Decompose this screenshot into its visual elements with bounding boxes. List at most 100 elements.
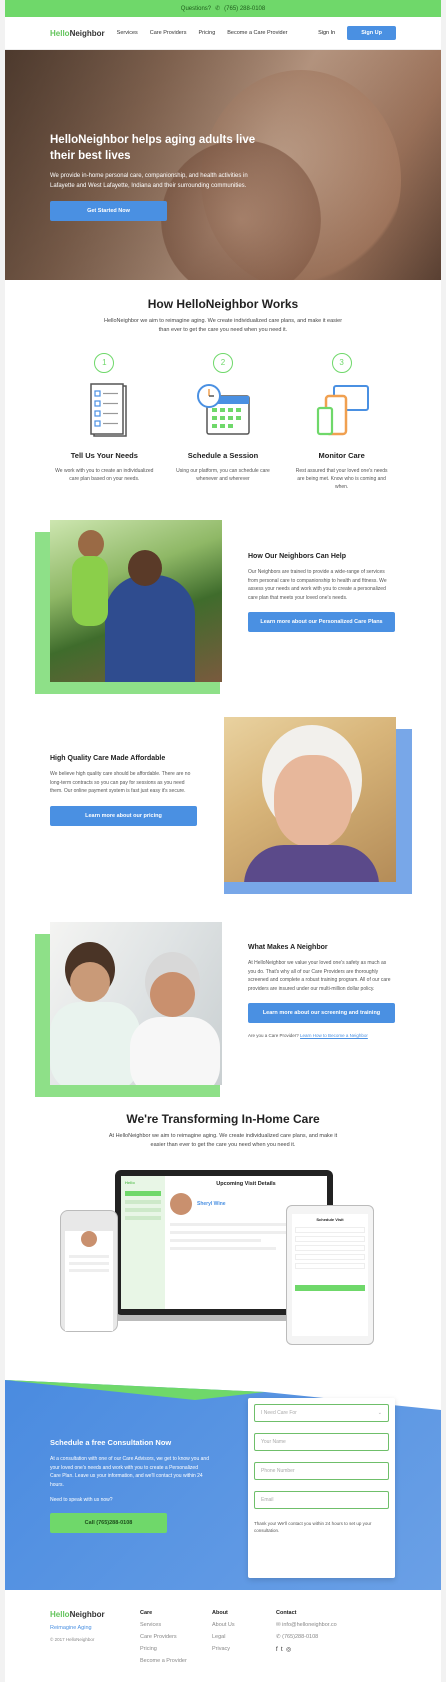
consult-text: Schedule a free Consultation Now At a co… <box>50 1438 210 1533</box>
step-title: Tell Us Your Needs <box>70 450 138 460</box>
twitter-icon[interactable]: t <box>281 1647 283 1653</box>
hero-content: HelloNeighbor helps aging adults live th… <box>50 133 260 222</box>
footer-link-care-providers[interactable]: Care Providers <box>140 1634 212 1640</box>
checklist-icon <box>90 382 128 437</box>
step-desc: Using our platform, you can schedule car… <box>176 467 270 482</box>
nav-link-services[interactable]: Services <box>117 30 138 36</box>
transform-section: We're Transforming In-Home Care At Hello… <box>5 1112 441 1345</box>
tablet-header: Schedule Visit <box>316 1217 344 1222</box>
nav-link-care-providers[interactable]: Care Providers <box>150 30 187 36</box>
social-icons: f t ◎ <box>276 1646 366 1653</box>
footer-link-pricing[interactable]: Pricing <box>140 1646 212 1652</box>
laptop-header: Upcoming Visit Details <box>216 1181 276 1187</box>
phone-icon: ✆ <box>215 6 221 12</box>
feature-title: High Quality Care Made Affordable <box>50 755 166 762</box>
devices-mockup: Hello Upcoming Visit Details Sheryl Wine <box>60 1170 390 1360</box>
laptop-logo: Hello <box>125 1180 135 1185</box>
get-started-button[interactable]: Get Started Now <box>50 201 167 222</box>
provider-prompt: Are you a Care Provider? Learn How to Be… <box>248 1033 395 1038</box>
footer-tagline: Reimagine Aging <box>50 1625 92 1631</box>
steps: 1 Tell Us Your Needs We work with you to… <box>5 352 441 491</box>
facebook-icon[interactable]: f <box>276 1647 278 1653</box>
signup-button[interactable]: Sign Up <box>347 26 396 40</box>
footer-email-text: info@helloneighbor.co <box>282 1622 337 1628</box>
hero-subtitle: We provide in-home personal care, compan… <box>50 173 248 189</box>
logo[interactable]: HelloNeighbor <box>50 29 105 38</box>
step-3: 3 Monitor Care Rest assured that your lo… <box>292 352 392 491</box>
questions-label: Questions? <box>180 5 212 12</box>
footer-brand: HelloNeighbor Reimagine Aging © 2017 Hel… <box>50 1610 140 1670</box>
care-plans-button[interactable]: Learn more about our Personalized Care P… <box>248 612 395 632</box>
signin-link[interactable]: Sign In <box>318 30 335 36</box>
footer-phone-text: (765)288-0108 <box>282 1634 319 1640</box>
consult-question: Need to speak with us now? <box>50 1497 113 1503</box>
step-desc: Rest assured that your loved one's needs… <box>295 467 388 490</box>
screening-button[interactable]: Learn more about our screening and train… <box>248 1003 395 1023</box>
senior-woman-photo <box>224 717 396 882</box>
select-value: I Need Care For <box>261 1410 297 1416</box>
page: Questions? ✆ (765) 288-0108 HelloNeighbo… <box>5 0 441 1682</box>
step-title: Schedule a Session <box>187 450 259 460</box>
feature-text: How Our Neighbors Can Help Our Neighbors… <box>248 553 395 632</box>
name-input[interactable]: Your Name <box>254 1433 389 1451</box>
footer-link-become-provider[interactable]: Become a Provider <box>140 1658 212 1664</box>
consult-title: Schedule a free Consultation Now <box>50 1438 172 1447</box>
footer-about-head: About <box>212 1610 228 1616</box>
footer-link-legal[interactable]: Legal <box>212 1634 276 1640</box>
become-neighbor-link[interactable]: Learn How to Become a Neighbor <box>300 1033 368 1038</box>
feature-title: What Makes A Neighbor <box>248 944 328 951</box>
laptop-sidebar: Hello <box>121 1176 165 1309</box>
step-number: 2 <box>212 352 233 373</box>
footer-phone[interactable]: ✆ (765)288-0108 <box>276 1634 366 1640</box>
feature-text: High Quality Care Made Affordable We bel… <box>50 755 197 826</box>
footer-link-about[interactable]: About Us <box>212 1622 276 1628</box>
feature-desc: We believe high quality care should be a… <box>50 771 191 794</box>
nav-link-pricing[interactable]: Pricing <box>198 30 215 36</box>
nav-auth: Sign In Sign Up <box>318 26 396 40</box>
chevron-down-icon: ⌄ <box>377 1410 382 1416</box>
step-1: 1 Tell Us Your Needs We work with you to… <box>54 352 154 491</box>
step-number: 3 <box>331 352 352 373</box>
footer: HelloNeighbor Reimagine Aging © 2017 Hel… <box>5 1610 441 1670</box>
nav-link-become-provider[interactable]: Become a Care Provider <box>227 30 287 36</box>
footer-contact: Contact ✉ info@helloneighbor.co ✆ (765)2… <box>276 1610 366 1670</box>
feature-desc: At HelloNeighbor we value your loved one… <box>248 960 391 992</box>
step-desc: We work with you to create an individual… <box>55 467 154 482</box>
main-nav: HelloNeighbor Services Care Providers Pr… <box>5 17 441 50</box>
copyright: © 2017 HelloNeighbor <box>50 1637 95 1642</box>
feature-affordable: High Quality Care Made Affordable We bel… <box>5 717 441 897</box>
tablet-mockup: Schedule Visit <box>286 1205 374 1345</box>
feature-title: How Our Neighbors Can Help <box>248 553 347 560</box>
phone-icon: ✆ <box>276 1634 281 1640</box>
step-number: 1 <box>94 352 115 373</box>
feature-desc: Our Neighbors are trained to provide a w… <box>248 569 387 601</box>
tablet-screen: Schedule Visit <box>292 1214 368 1336</box>
caregiver-hug-photo <box>50 922 222 1085</box>
hero-section: HelloNeighbor helps aging adults live th… <box>5 50 441 280</box>
step-2: 2 Schedule a Session Using our platform,… <box>173 352 273 491</box>
form-note: Thank you! We'll contact you within 24 h… <box>254 1521 372 1534</box>
footer-care-head: Care <box>140 1610 153 1616</box>
transform-subtitle: At HelloNeighbor we aim to reimagine agi… <box>108 1133 338 1148</box>
caregiver-photo <box>50 520 222 682</box>
devices-icon <box>316 384 369 435</box>
footer-email[interactable]: ✉ info@helloneighbor.co <box>276 1622 366 1628</box>
provider-question: Are you a Care Provider? <box>248 1033 299 1038</box>
transform-title: We're Transforming In-Home Care <box>126 1112 320 1126</box>
footer-link-services[interactable]: Services <box>140 1622 212 1628</box>
email-input[interactable]: Email <box>254 1491 389 1509</box>
nav-links: Services Care Providers Pricing Become a… <box>117 30 288 36</box>
phone-input[interactable]: Phone Number <box>254 1462 389 1480</box>
feature-neighbor: What Makes A Neighbor At HelloNeighbor w… <box>5 922 441 1102</box>
step-title: Monitor Care <box>318 450 365 460</box>
footer-link-privacy[interactable]: Privacy <box>212 1646 276 1652</box>
consult-desc: At a consultation with one of our Care A… <box>50 1456 209 1488</box>
call-button[interactable]: Call (765)288-0108 <box>50 1513 167 1533</box>
topbar-phone[interactable]: (765) 288-0108 <box>224 6 265 12</box>
footer-logo[interactable]: HelloNeighbor <box>50 1610 140 1619</box>
care-for-select[interactable]: I Need Care For ⌄ <box>254 1404 389 1422</box>
footer-about: About About Us Legal Privacy <box>212 1610 276 1670</box>
caregiver-name: Sheryl Wine <box>197 1201 226 1207</box>
instagram-icon[interactable]: ◎ <box>286 1647 291 1653</box>
pricing-button[interactable]: Learn more about our pricing <box>50 805 197 826</box>
